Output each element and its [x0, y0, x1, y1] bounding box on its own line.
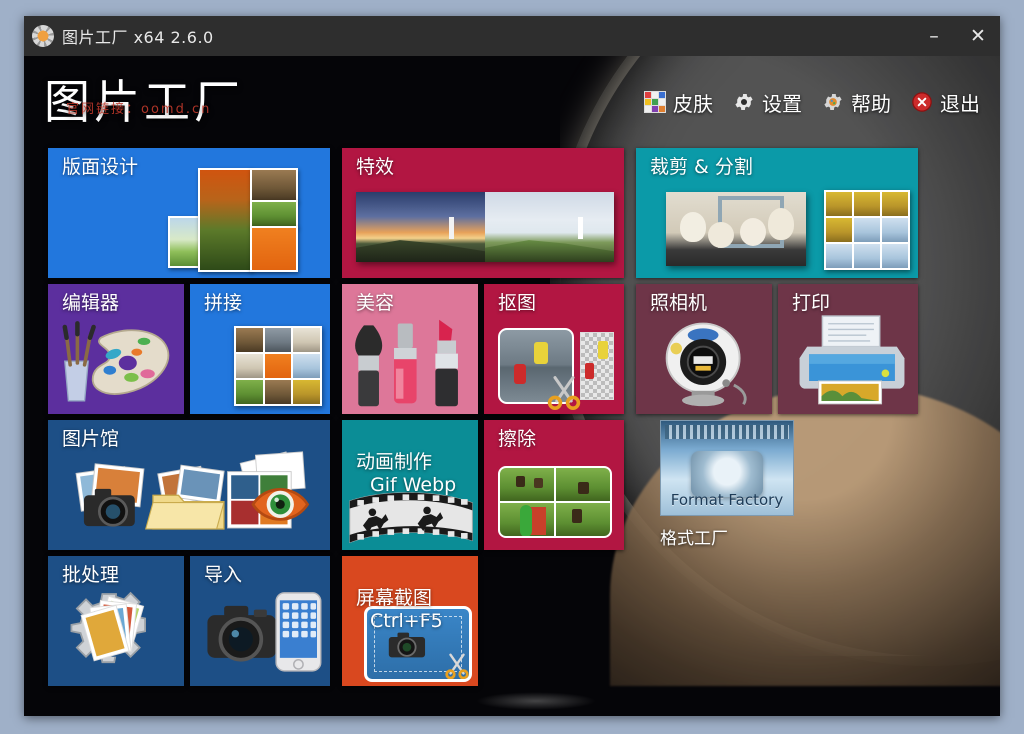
- tile-screen-capture[interactable]: 屏幕截图 Ctrl+F5: [342, 556, 478, 686]
- cutout-result-photo: [580, 332, 614, 400]
- tile-erase-label: 擦除: [498, 428, 537, 450]
- main-stage: 图片工厂 官网链接：oomd.cn 皮肤 设置 帮助 退出 版面设计 编辑器 拼…: [24, 56, 1000, 716]
- tile-drop-shadow: [476, 692, 596, 710]
- tile-animation-label-main: 动画制作: [356, 451, 433, 474]
- split-grid-photo: [824, 190, 910, 270]
- app-logo: 图片工厂 官网链接：oomd.cn: [44, 79, 244, 125]
- format-factory-caption: 格式工厂: [660, 529, 728, 549]
- tile-screen-capture-label: 屏幕截图 Ctrl+F5: [356, 564, 443, 657]
- tile-screen-capture-label-main: 屏幕截图: [356, 587, 433, 610]
- skin-palette-icon: [644, 91, 666, 113]
- tile-import[interactable]: 导入: [190, 556, 330, 686]
- window-controls: – ✕: [912, 16, 1000, 56]
- gear-photos-icon: [70, 591, 146, 664]
- tile-animation-label: 动画制作 Gif Webp: [356, 428, 456, 521]
- scissors-icon: [547, 376, 581, 410]
- crop-dogs-photo: [666, 192, 806, 266]
- makeup-brush-lipstick-icon: [355, 319, 458, 407]
- gallery-camera-folder-eye-icon: [75, 451, 310, 530]
- tile-camera-label: 照相机: [650, 292, 708, 314]
- tile-picture-gallery-label: 图片馆: [62, 428, 120, 450]
- camera-phone-icon: [207, 592, 322, 672]
- app-icon: [32, 25, 54, 47]
- title-bar: 图片工厂 x64 2.6.0 – ✕: [24, 16, 1000, 56]
- minimize-button[interactable]: –: [912, 16, 956, 56]
- menu-item-settings-label: 设置: [762, 91, 802, 116]
- tile-batch-process-label: 批处理: [62, 564, 120, 586]
- tile-layout-design-label: 版面设计: [62, 156, 139, 178]
- window-title: 图片工厂 x64 2.6.0: [62, 28, 214, 47]
- tile-layout-design[interactable]: 版面设计: [48, 148, 330, 278]
- application-window: 图片工厂 x64 2.6.0 – ✕ 图片工厂 官网链接：oomd.cn 皮肤 …: [24, 16, 1000, 716]
- menu-item-skin[interactable]: 皮肤: [644, 88, 713, 117]
- tile-animation-label-sub: Gif Webp: [370, 474, 457, 497]
- tile-special-effects-label: 特效: [356, 156, 395, 178]
- tile-cutout[interactable]: 抠图: [484, 284, 624, 414]
- gear-icon: [733, 91, 755, 113]
- header-menu: 皮肤 设置 帮助 退出: [644, 88, 980, 117]
- tile-print[interactable]: 打印: [778, 284, 918, 414]
- tile-animation[interactable]: 动画制作 Gif Webp: [342, 420, 478, 550]
- format-factory-image: Format Factory: [660, 420, 794, 516]
- tile-crop-split[interactable]: 裁剪 & 分割: [636, 148, 918, 278]
- help-gear-icon: [822, 91, 844, 113]
- tile-camera[interactable]: 照相机: [636, 284, 772, 414]
- tile-special-effects[interactable]: 特效: [342, 148, 624, 278]
- menu-item-help-label: 帮助: [851, 91, 891, 116]
- tile-beauty-label: 美容: [356, 292, 395, 314]
- stitch-grid-thumbnails: [234, 326, 322, 406]
- close-circle-icon: [911, 91, 933, 113]
- tile-print-label: 打印: [792, 292, 831, 314]
- format-factory-image-text: Format Factory: [670, 491, 784, 509]
- tile-beauty[interactable]: 美容: [342, 284, 478, 414]
- tile-erase[interactable]: 擦除: [484, 420, 624, 550]
- menu-item-settings[interactable]: 设置: [733, 88, 802, 117]
- tile-picture-gallery[interactable]: 图片馆: [48, 420, 330, 550]
- tile-import-label: 导入: [204, 564, 243, 586]
- close-button[interactable]: ✕: [956, 16, 1000, 56]
- tile-stitch[interactable]: 拼接: [190, 284, 330, 414]
- tile-cutout-label: 抠图: [498, 292, 537, 314]
- tile-editor-label: 编辑器: [62, 292, 120, 314]
- effects-before-after-preview: [356, 192, 614, 262]
- menu-item-help[interactable]: 帮助: [822, 88, 891, 117]
- tile-editor[interactable]: 编辑器: [48, 284, 184, 414]
- tile-stitch-label: 拼接: [204, 292, 243, 314]
- erase-preview-grid: [498, 466, 612, 538]
- palette-brushes-icon: [62, 321, 170, 402]
- app-header: 图片工厂 官网链接：oomd.cn 皮肤 设置 帮助 退出: [24, 56, 1000, 148]
- tile-crop-split-label: 裁剪 & 分割: [650, 156, 753, 178]
- tile-batch-process[interactable]: 批处理: [48, 556, 184, 686]
- menu-item-exit-label: 退出: [940, 91, 980, 116]
- webcam-icon: [665, 322, 747, 407]
- tile-grid: 版面设计 编辑器 拼接 图片馆 批处理 导入 特效 美容 抠图 动画制作 Gif…: [24, 56, 1000, 716]
- printer-icon: [799, 315, 905, 405]
- app-logo-text: 图片工厂: [44, 75, 244, 129]
- format-factory-toolbar-strip: [665, 425, 789, 439]
- menu-item-skin-label: 皮肤: [673, 91, 713, 116]
- menu-item-exit[interactable]: 退出: [911, 88, 980, 117]
- layout-collage-large: [198, 168, 298, 272]
- tile-screen-capture-label-sub: Ctrl+F5: [370, 610, 443, 633]
- format-factory-shortcut[interactable]: Format Factory 格式工厂: [660, 420, 794, 550]
